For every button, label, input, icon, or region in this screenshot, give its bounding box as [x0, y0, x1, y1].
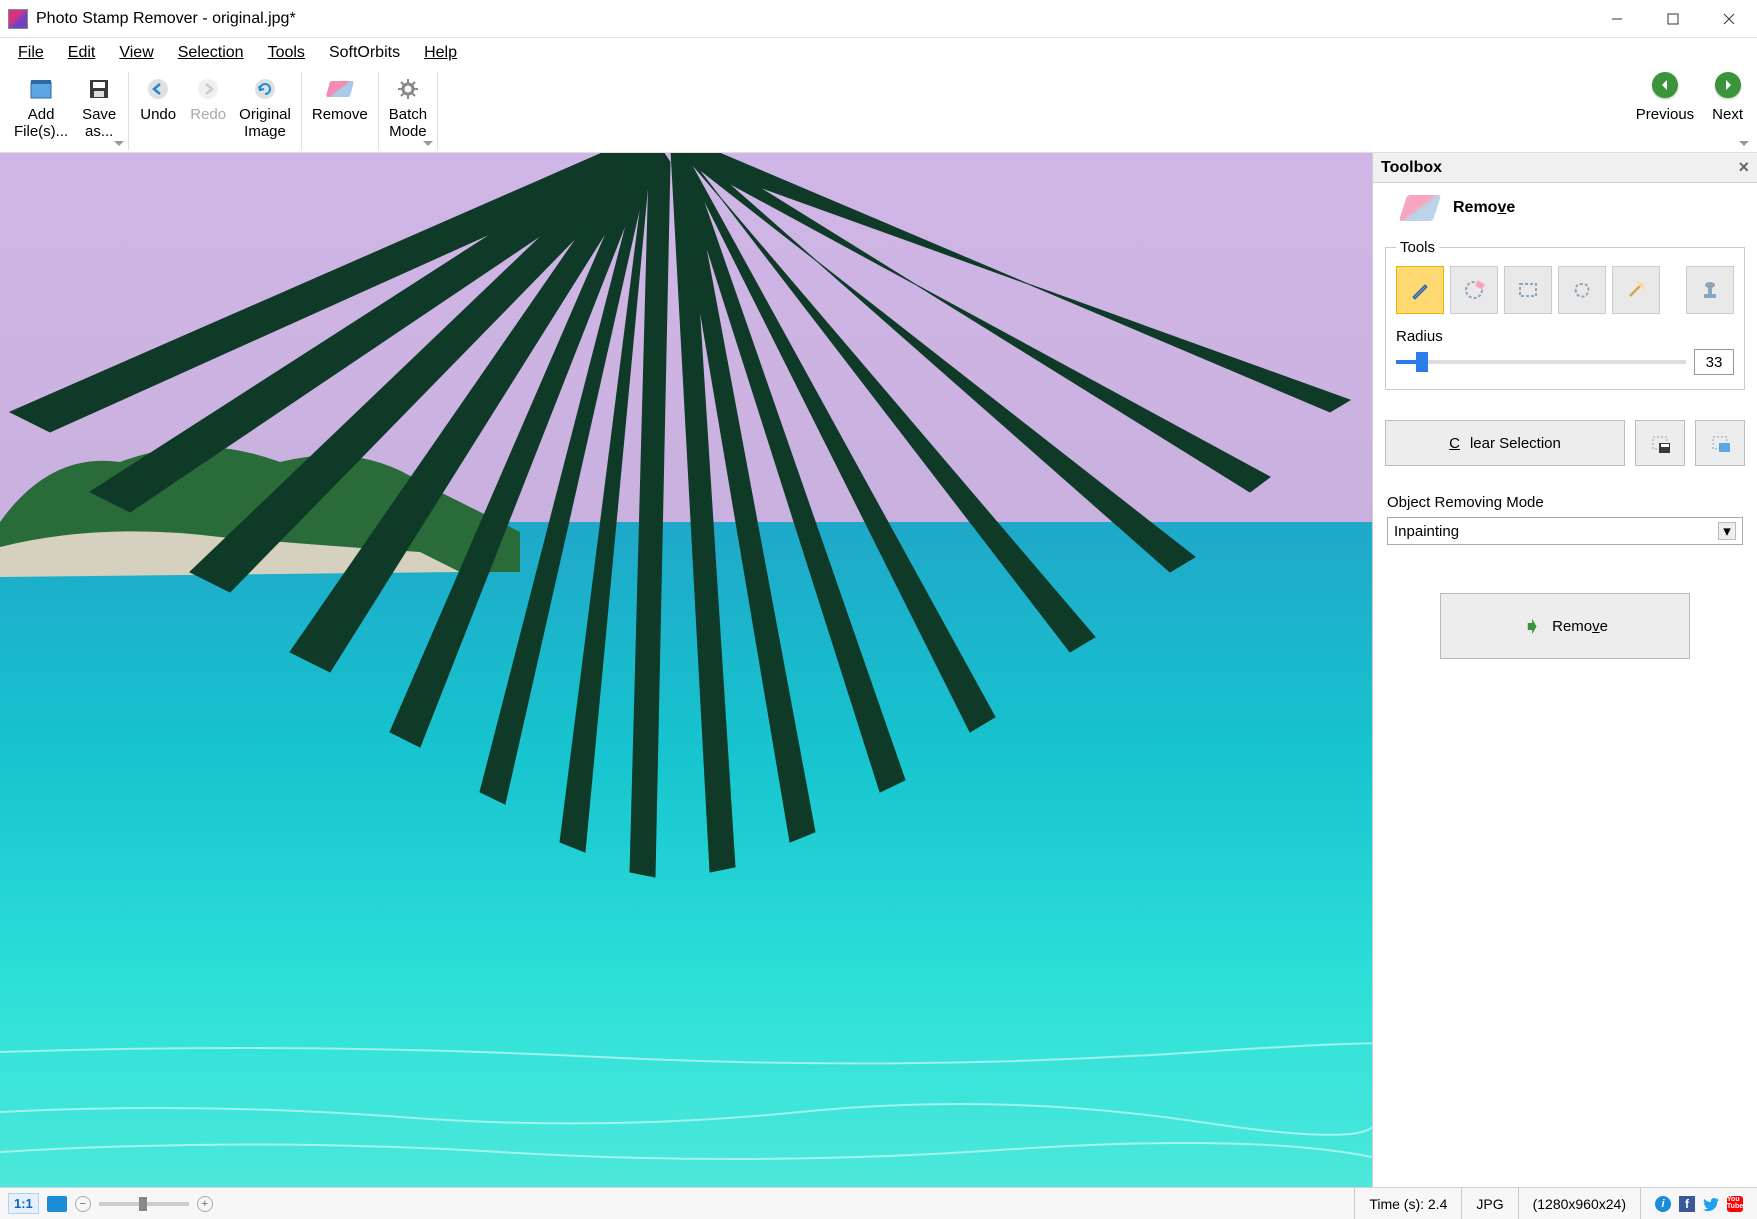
undo-button[interactable]: Undo [133, 72, 183, 123]
app-icon [8, 9, 28, 29]
dropdown-icon[interactable] [114, 141, 124, 146]
add-files-button[interactable]: Add File(s)... [8, 72, 74, 141]
arrow-left-icon [1652, 72, 1678, 98]
twitter-icon[interactable] [1703, 1196, 1719, 1212]
chevron-down-icon: ▾ [1718, 522, 1736, 540]
original-image-button[interactable]: Original Image [233, 72, 297, 141]
undo-icon [145, 76, 171, 102]
menu-tools[interactable]: Tools [258, 41, 315, 65]
zoom-ratio-button[interactable]: 1:1 [8, 1193, 39, 1214]
redo-button[interactable]: Redo [183, 72, 233, 123]
save-as-button[interactable]: Save as... [74, 72, 124, 141]
dropdown-icon[interactable] [423, 141, 433, 146]
tool-rectangle-select[interactable] [1504, 266, 1552, 314]
info-icon[interactable]: i [1655, 1196, 1671, 1212]
gear-icon [395, 76, 421, 102]
toolbox-title: Toolbox [1381, 159, 1442, 177]
main-area: Toolbox × Remove Tools Radius Cle [0, 153, 1757, 1187]
add-files-icon [28, 76, 54, 102]
toolbox-panel: Toolbox × Remove Tools Radius Cle [1372, 153, 1757, 1187]
menu-softorbits[interactable]: SoftOrbits [319, 41, 410, 65]
window-title: Photo Stamp Remover - original.jpg* [36, 10, 1589, 28]
radius-label: Radius [1396, 328, 1734, 345]
redo-icon [195, 76, 221, 102]
radius-slider[interactable] [1396, 360, 1686, 364]
main-toolbar: Add File(s)... Save as... Undo Redo Orig… [0, 68, 1757, 153]
toolbox-header: Toolbox × [1373, 153, 1757, 183]
remove-section-header: Remove [1373, 183, 1757, 239]
object-removing-mode-label: Object Removing Mode [1387, 494, 1743, 511]
batch-mode-button[interactable]: Batch Mode [383, 72, 433, 141]
status-time: Time (s): 2.4 [1354, 1188, 1461, 1219]
title-bar: Photo Stamp Remover - original.jpg* [0, 0, 1757, 38]
tool-stamp[interactable] [1686, 266, 1734, 314]
maximize-button[interactable] [1645, 0, 1701, 38]
arrow-right-icon [1715, 72, 1741, 98]
eraser-icon [1399, 195, 1441, 221]
zoom-slider[interactable] [99, 1202, 189, 1206]
minimize-button[interactable] [1589, 0, 1645, 38]
tool-freeform-select[interactable] [1558, 266, 1606, 314]
menu-selection[interactable]: Selection [168, 41, 254, 65]
zoom-out-button[interactable]: − [75, 1196, 91, 1212]
object-removing-mode-select[interactable]: Inpainting ▾ [1387, 517, 1743, 545]
facebook-icon[interactable]: f [1679, 1196, 1695, 1212]
status-format: JPG [1461, 1188, 1517, 1219]
tool-pencil[interactable] [1396, 266, 1444, 314]
toolbox-close-button[interactable]: × [1738, 157, 1749, 178]
image-canvas[interactable] [0, 153, 1372, 1187]
dropdown-icon[interactable] [1739, 141, 1749, 146]
status-dimensions: (1280x960x24) [1518, 1188, 1640, 1219]
radius-input[interactable] [1694, 349, 1734, 375]
tool-shape-eraser[interactable] [1450, 266, 1498, 314]
eraser-icon [327, 76, 353, 102]
menu-edit[interactable]: Edit [58, 41, 106, 65]
fit-screen-button[interactable] [47, 1196, 67, 1212]
close-button[interactable] [1701, 0, 1757, 38]
status-bar: 1:1 − + Time (s): 2.4 JPG (1280x960x24) … [0, 1187, 1757, 1219]
load-mask-button[interactable] [1695, 420, 1745, 466]
tools-fieldset: Tools Radius [1385, 239, 1745, 390]
original-image-icon [252, 76, 278, 102]
menu-help[interactable]: Help [414, 41, 467, 65]
tool-magic-wand[interactable] [1612, 266, 1660, 314]
save-mask-button[interactable] [1635, 420, 1685, 466]
menu-view[interactable]: View [109, 41, 163, 65]
remove-toolbar-button[interactable]: Remove [306, 72, 374, 123]
menu-file[interactable]: File [8, 41, 54, 65]
go-arrow-icon: ➧ [1522, 612, 1542, 641]
zoom-in-button[interactable]: + [197, 1196, 213, 1212]
save-icon [86, 76, 112, 102]
menu-bar: File Edit View Selection Tools SoftOrbit… [0, 38, 1757, 68]
clear-selection-button[interactable]: Clear Selection [1385, 420, 1625, 466]
previous-button[interactable]: Previous [1636, 72, 1694, 123]
tools-legend: Tools [1396, 239, 1439, 256]
remove-action-button[interactable]: ➧ Remove [1440, 593, 1690, 659]
youtube-icon[interactable]: You Tube [1727, 1196, 1743, 1212]
next-button[interactable]: Next [1712, 72, 1743, 123]
